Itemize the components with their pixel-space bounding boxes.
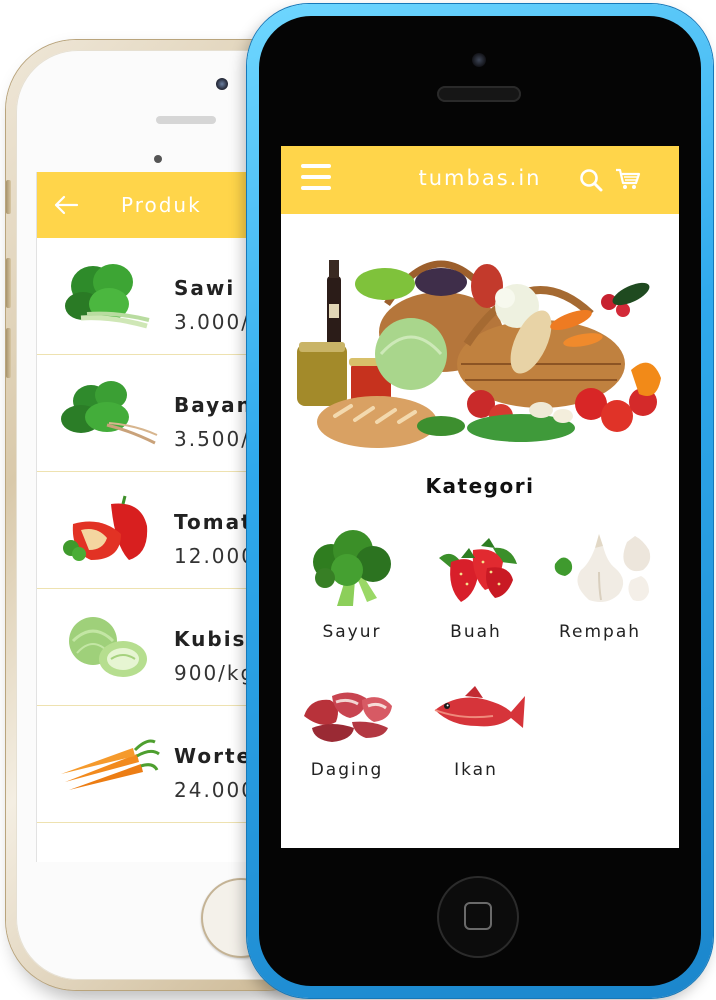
red-pepper-image	[63, 495, 148, 561]
back-front-camera	[216, 78, 228, 90]
product-row-kubis[interactable]: Kubis 900/kg	[37, 589, 249, 706]
product-header-title: Produk	[121, 193, 202, 217]
category-label: Buah	[450, 622, 502, 642]
product-list-screen: Produk Sawi 3.000/ Bayan 3.500/ Tomat 12…	[36, 172, 249, 862]
meat-icon	[304, 692, 392, 742]
product-row-wortel[interactable]: Wortel 24.000	[37, 706, 249, 823]
product-name: Tomat	[174, 510, 249, 534]
mustard-greens-image	[65, 264, 150, 329]
back-mute-switch	[6, 180, 11, 214]
arrow-left-icon[interactable]	[53, 195, 79, 215]
strawberries-icon	[439, 538, 517, 602]
category-rempah[interactable]: Rempah	[535, 528, 665, 642]
product-price: 3.000/	[174, 310, 249, 334]
back-proximity-sensor	[154, 155, 162, 163]
product-price: 24.000	[174, 778, 249, 802]
garlic-icon	[554, 534, 651, 602]
front-camera	[472, 53, 486, 67]
product-price: 3.500/	[174, 427, 249, 451]
back-volume-up	[6, 258, 11, 308]
categories-heading: Kategori	[425, 474, 535, 498]
product-row-sawi[interactable]: Sawi 3.000/	[37, 238, 249, 355]
product-header: Produk	[37, 172, 249, 238]
product-name: Bayan	[174, 393, 249, 417]
carrots-image	[61, 739, 160, 790]
grocery-basket-banner	[297, 260, 661, 448]
search-icon[interactable]	[579, 168, 603, 192]
category-buah[interactable]: Buah	[411, 528, 541, 642]
product-name: Wortel	[174, 744, 249, 768]
product-row-bayam[interactable]: Bayan 3.500/	[37, 355, 249, 472]
home-square-icon	[464, 902, 492, 930]
back-volume-down	[6, 328, 11, 378]
product-list: Sawi 3.000/ Bayan 3.500/ Tomat 12.000 Ku…	[37, 238, 249, 823]
product-name: Kubis	[174, 627, 247, 651]
product-price: 900/kg	[174, 661, 249, 685]
category-label: Ikan	[454, 760, 498, 780]
shopping-cart-icon[interactable]	[615, 167, 641, 191]
category-ikan[interactable]: Ikan	[411, 676, 541, 780]
product-name: Sawi	[174, 276, 236, 300]
category-label: Sayur	[322, 622, 382, 642]
category-label: Rempah	[558, 622, 642, 642]
front-earpiece	[437, 86, 521, 102]
broccoli-icon	[313, 530, 391, 606]
fish-icon	[434, 686, 525, 728]
category-sayur[interactable]: Sayur	[287, 528, 417, 642]
product-row-tomat[interactable]: Tomat 12.000	[37, 472, 249, 589]
category-daging[interactable]: Daging	[282, 676, 412, 780]
category-label: Daging	[310, 760, 384, 780]
back-earpiece	[156, 116, 216, 124]
home-screen: tumbas.in Kategori Sayur Buah Rempah Dag…	[281, 146, 679, 848]
app-header: tumbas.in	[281, 146, 679, 214]
product-price: 12.000	[174, 544, 249, 568]
cabbage-image	[69, 617, 147, 677]
spinach-image	[61, 381, 158, 445]
